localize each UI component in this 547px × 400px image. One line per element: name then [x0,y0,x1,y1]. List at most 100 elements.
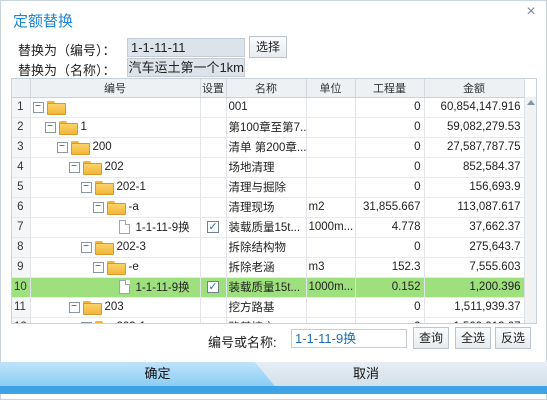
code-cell[interactable]: − [30,97,201,118]
search-input[interactable]: 1-1-11-9换 [291,329,407,348]
quantity-cell: 0 [355,297,425,318]
code-cell[interactable]: −1 [30,117,201,138]
code-text: -a [128,201,139,213]
table-row[interactable]: 11 − 203 挖方路基 0 1,511,939.37 [12,297,525,318]
amount-cell: 113,087.617 [424,197,525,218]
amount-cell: 7,555.603 [424,257,525,278]
close-icon[interactable]: × [523,4,539,20]
cancel-button[interactable]: 取消 [255,362,547,386]
row-index: 12 [12,317,31,323]
setting-cell[interactable]: ✓ [200,217,227,238]
replace-code-field: 1-1-11-11 [127,38,245,57]
folder-icon [94,321,112,323]
checkbox-checked-icon[interactable]: ✓ [207,221,219,233]
unit-cell [306,317,356,323]
header-unit[interactable]: 单位 [306,79,356,98]
row-index: 6 [12,197,31,218]
amount-cell: 1,511,939.37 [424,297,525,318]
amount-cell: 156,693.9 [424,177,525,198]
quantity-cell: 0 [355,97,425,118]
setting-cell[interactable] [200,197,227,218]
name-cell: 装载质量15t... [226,217,307,238]
amount-cell: 852,584.37 [424,157,525,178]
row-index: 3 [12,137,31,158]
code-cell[interactable]: 1-1-11-9换 [30,217,201,238]
table-row[interactable]: 5 − 202-1 清理与掘除 0 156,693.9 [12,177,525,198]
header-code[interactable]: 编号 [30,79,201,98]
folder-icon [82,161,102,175]
code-text: 202-1 [116,181,146,193]
quantity-cell: 0 [355,237,425,258]
table-row[interactable]: 8 − 202-3 拆除结构物 0 275,643.7 [12,237,525,258]
unit-cell [306,117,356,138]
setting-cell[interactable] [200,317,227,323]
name-cell: 清理与掘除 [226,177,307,198]
grid-scrollbar[interactable] [524,97,536,323]
amount-cell: 37,662.37 [424,217,525,238]
code-text: 1 [80,121,87,133]
table-row[interactable]: 2−1 第100章至第7... 0 59,082,279.53 [12,117,525,138]
header-setting[interactable]: 设置 [200,79,227,98]
table-row[interactable]: 10 1-1-11-9换 ✓ 装载质量15t... 1000m... 0.152 1,200… [12,277,525,298]
code-text: 1-1-11-9换 [135,222,190,234]
collapse-toggle-icon[interactable]: − [68,301,80,313]
header-quantity[interactable]: 工程量 [355,79,425,98]
unit-cell [306,297,356,318]
setting-cell[interactable] [200,297,227,318]
code-cell[interactable]: − 202-3 [30,237,201,258]
name-cell: 清单 第200章... [226,137,307,158]
table-row[interactable]: 9 − -e 拆除老涵 m3 152.3 7,555.603 [12,257,525,278]
table-row[interactable]: 7 1-1-11-9换 ✓ 装载质量15t... 1000m... 4.778 37,662… [12,217,525,238]
setting-cell[interactable] [200,177,227,198]
setting-cell[interactable] [200,97,227,118]
code-cell[interactable]: − 200 [30,137,201,158]
code-cell[interactable]: − 202-1 [30,177,201,198]
code-text: 202-3 [116,241,146,253]
quantity-cell: 31,855.667 [355,197,425,218]
setting-cell[interactable] [200,117,227,138]
table-row[interactable]: 1− 001 0 60,854,147.916 [12,97,525,118]
invert-selection-button[interactable]: 反选 [495,327,531,349]
collapse-toggle-icon[interactable]: − [80,181,92,193]
table-row[interactable]: 3 − 200 清单 第200章... 0 27,587,787.75 [12,137,525,158]
collapse-toggle-icon[interactable]: − [68,161,80,173]
name-cell: 拆除老涵 [226,257,307,278]
collapse-toggle-icon[interactable]: − [80,241,92,253]
setting-cell[interactable]: ✓ [200,277,227,298]
collapse-toggle-icon[interactable]: − [56,141,68,153]
code-cell[interactable]: − 203-1 [30,317,201,323]
grid-header-row: 编号 设置 名称 单位 工程量 金额 [12,79,525,98]
header-amount[interactable]: 金额 [424,79,525,98]
collapse-toggle-icon[interactable]: − [92,261,104,273]
collapse-toggle-icon[interactable]: − [32,101,44,113]
unit-cell [306,177,356,198]
table-row[interactable]: 6 − -a 清理现场 m2 31,855.667 113,087.617 [12,197,525,218]
code-cell[interactable]: − -e [30,257,201,278]
quantity-cell: 0 [355,117,425,138]
collapse-toggle-icon[interactable]: − [80,321,92,323]
code-cell[interactable]: − -a [30,197,201,218]
setting-cell[interactable] [200,237,227,258]
select-all-button[interactable]: 全选 [455,327,491,349]
ok-button[interactable]: 确定 [0,362,275,386]
amount-cell: 1,200.396 [424,277,525,298]
bottom-accent-bar [0,386,547,394]
quantity-cell: 0.152 [355,277,425,298]
setting-cell[interactable] [200,157,227,178]
select-button[interactable]: 选择 [249,36,287,58]
table-row[interactable]: 12 − 203-1 路基挖方 01,509,913.07 [12,317,525,323]
code-cell[interactable]: − 202 [30,157,201,178]
code-cell[interactable]: − 203 [30,297,201,318]
scroll-up-icon[interactable] [527,100,535,105]
header-name[interactable]: 名称 [226,79,307,98]
query-button[interactable]: 查询 [413,327,449,349]
setting-cell[interactable] [200,137,227,158]
setting-cell[interactable] [200,257,227,278]
row-index: 4 [12,157,31,178]
code-cell[interactable]: 1-1-11-9换 [30,277,201,298]
collapse-toggle-icon[interactable]: − [44,121,56,133]
collapse-toggle-icon[interactable]: − [92,201,104,213]
amount-cell: 1,509,913.07 [424,317,525,323]
checkbox-checked-icon[interactable]: ✓ [207,281,219,293]
table-row[interactable]: 4 − 202 场地清理 0 852,584.37 [12,157,525,178]
